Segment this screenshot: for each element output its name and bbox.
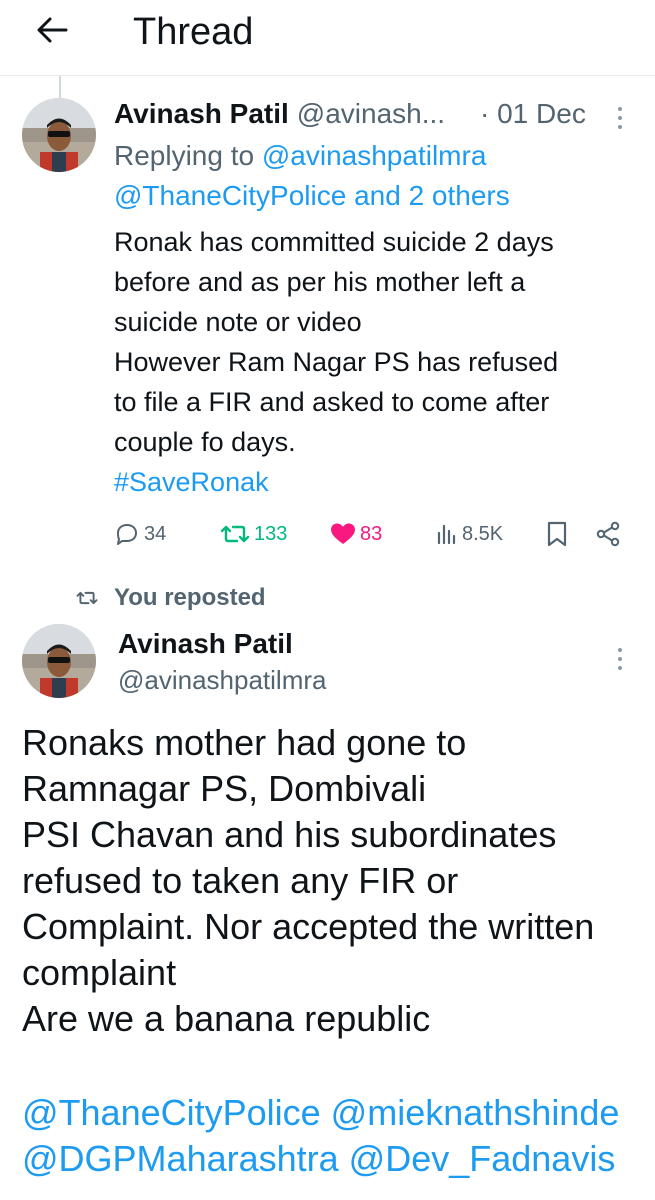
tweet-text-line: Complaint. Nor accepted the written xyxy=(22,906,595,947)
arrow-left-icon xyxy=(37,17,68,43)
like-count: 83 xyxy=(360,522,383,545)
mention-link[interactable]: @avinashpatilmra xyxy=(262,140,487,171)
share-icon xyxy=(596,521,620,547)
repost-icon xyxy=(220,525,250,543)
mentions-block: @ThaneCityPolice @mieknathshinde @DGPMah… xyxy=(22,1090,642,1182)
tweet-text-line: Are we a banana republic xyxy=(22,998,431,1039)
tweet-text-line: couple fo days. xyxy=(114,427,296,457)
tweet-text-line: However Ram Nagar PS has refused xyxy=(114,347,559,377)
reply-button[interactable]: 34 xyxy=(114,514,166,554)
repost-label-text: You reposted xyxy=(114,584,266,611)
tweet-text: Ronak has committed suicide 2 days befor… xyxy=(114,222,634,502)
tweet-header: Avinash Patil @avinash... · 01 Dec xyxy=(114,94,634,134)
author-handle[interactable]: @avinash... xyxy=(297,98,445,130)
page-title: Thread xyxy=(133,11,254,53)
repost-button[interactable]: 133 xyxy=(220,514,287,554)
thread-connector-line xyxy=(59,76,61,100)
more-options-button[interactable] xyxy=(610,644,630,674)
view-count: 8.5K xyxy=(462,522,504,545)
tweet-text-line: Ramnagar PS, Dombivali xyxy=(22,768,427,809)
like-button[interactable]: 83 xyxy=(330,514,382,554)
top-bar: Thread xyxy=(0,0,655,76)
tweet-text-line: PSI Chavan and his subordinates xyxy=(22,814,557,855)
repost-count: 133 xyxy=(254,522,288,545)
avatar[interactable] xyxy=(22,624,96,698)
tweet-text-line: to file a FIR and asked to come after xyxy=(114,387,550,417)
tweet-text-line: before and as per his mother left a xyxy=(114,267,526,297)
bookmark-button[interactable] xyxy=(546,514,568,554)
author-handle[interactable]: @avinashpatilmra xyxy=(118,660,326,700)
bar-chart-icon xyxy=(437,524,456,545)
reply-count: 34 xyxy=(144,522,167,545)
repost-icon xyxy=(76,591,98,605)
tweet-text-line: complaint xyxy=(22,952,177,993)
hashtag-link[interactable]: #SaveRonak xyxy=(114,462,634,502)
tweet-text-line: Ronak has committed suicide 2 days xyxy=(114,227,554,257)
more-dots-icon xyxy=(618,648,622,652)
repost-indicator: You reposted xyxy=(76,580,266,616)
bookmark-icon xyxy=(547,521,567,547)
mention-link[interactable]: @DGPMaharashtra @Dev_Fadnavis xyxy=(22,1136,642,1182)
tweet-date[interactable]: · 01 Dec xyxy=(480,98,586,130)
replying-to-others[interactable]: @ThaneCityPolice and 2 others xyxy=(114,176,510,216)
more-dots-icon xyxy=(618,107,622,111)
mention-link[interactable]: @ThaneCityPolice @mieknathshinde xyxy=(22,1090,642,1136)
author-name[interactable]: Avinash Patil xyxy=(118,624,293,664)
tweet-text-line: refused to taken any FIR or xyxy=(22,860,459,901)
more-options-button[interactable] xyxy=(610,103,630,133)
replying-to-line: Replying to @avinashpatilmra xyxy=(114,136,486,176)
tweet-text-line: Ronaks mother had gone to xyxy=(22,722,467,763)
author-name[interactable]: Avinash Patil xyxy=(114,98,289,130)
share-button[interactable] xyxy=(595,514,621,554)
tweet-text-line: suicide note or video xyxy=(114,307,362,337)
heart-filled-icon xyxy=(331,523,355,544)
back-button[interactable] xyxy=(34,12,70,48)
comment-icon xyxy=(117,524,137,545)
replying-to-label: Replying to xyxy=(114,140,255,171)
views-button[interactable]: 8.5K xyxy=(436,514,503,554)
avatar[interactable] xyxy=(22,98,96,172)
tweet-text: Ronaks mother had gone to Ramnagar PS, D… xyxy=(22,720,642,1042)
